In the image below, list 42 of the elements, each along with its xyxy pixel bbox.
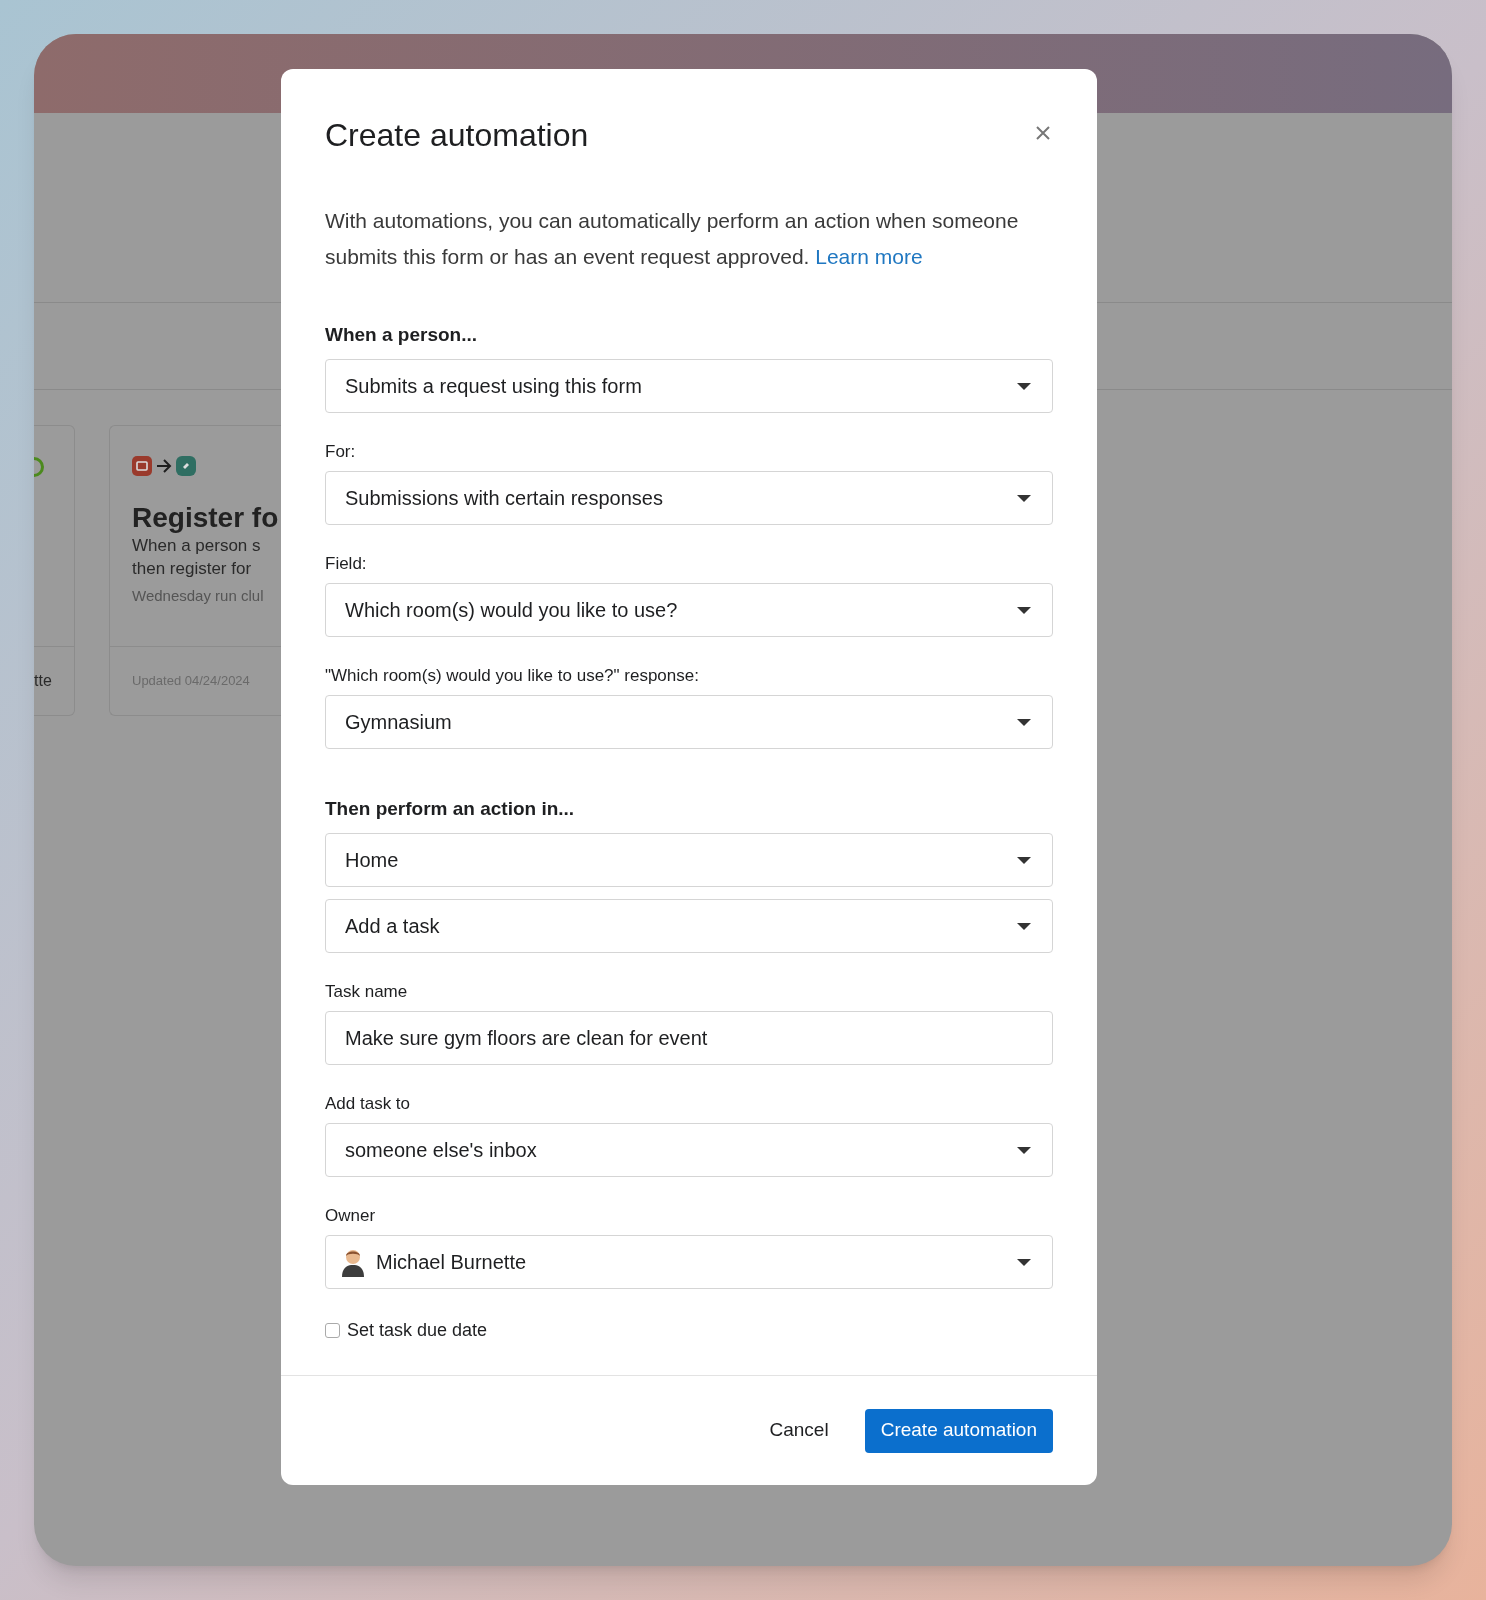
learn-more-link[interactable]: Learn more bbox=[815, 245, 923, 268]
caret-icon bbox=[1016, 605, 1032, 615]
ticket-icon bbox=[176, 456, 196, 476]
due-date-checkbox[interactable]: Set task due date bbox=[325, 1317, 1053, 1344]
create-automation-button[interactable]: Create automation bbox=[864, 1408, 1053, 1453]
close-icon bbox=[1035, 125, 1051, 141]
field-label: Owner bbox=[325, 1205, 377, 1227]
calendar-icon bbox=[132, 456, 152, 476]
dropdown-field[interactable]: Gymnasium bbox=[325, 695, 1053, 749]
section-heading: Then perform an action in... bbox=[325, 797, 576, 821]
avatar-icon bbox=[340, 1247, 366, 1277]
caret-icon bbox=[1016, 1257, 1032, 1267]
field-label: Field: bbox=[325, 553, 368, 575]
dropdown-field[interactable]: Submits a request using this form bbox=[325, 359, 1053, 413]
caret-icon bbox=[1016, 381, 1032, 391]
arrow-right-icon bbox=[156, 459, 172, 473]
caret-icon bbox=[1016, 855, 1032, 865]
dialog-description: With automations, you can automatically perform an action when someone submits this form or has an event request approved. Learn more bbox=[325, 208, 1020, 270]
caret-icon bbox=[1016, 493, 1032, 503]
dropdown-field[interactable]: someone else's inbox bbox=[325, 1123, 1053, 1177]
dropdown-field[interactable]: Which room(s) would you like to use? bbox=[325, 583, 1053, 637]
dialog-title: Create automation bbox=[325, 116, 589, 155]
dropdown-field[interactable]: Add a task bbox=[325, 899, 1053, 953]
ring-icon bbox=[34, 456, 45, 478]
section-heading: When a person... bbox=[325, 323, 479, 347]
task-name-field[interactable]: Make sure gym floors are clean for event bbox=[325, 1011, 1053, 1065]
card-title: Register fo bbox=[132, 502, 280, 534]
card-subtitle: Wednesday run clul bbox=[132, 586, 265, 606]
card-description-line: then register for bbox=[132, 558, 253, 580]
caret-icon bbox=[1016, 717, 1032, 727]
caret-icon bbox=[1016, 1145, 1032, 1155]
caret-icon bbox=[1016, 921, 1032, 931]
dropdown-field[interactable]: Submissions with certain responses bbox=[325, 471, 1053, 525]
field-label: Task name bbox=[325, 981, 409, 1003]
owner-dropdown[interactable]: Michael Burnette bbox=[325, 1235, 1053, 1289]
card-footer-text: tte bbox=[34, 671, 52, 691]
dropdown-field[interactable]: Home bbox=[325, 833, 1053, 887]
cancel-button[interactable]: Cancel bbox=[765, 1408, 833, 1453]
field-label: "Which room(s) would you like to use?" response: bbox=[325, 665, 700, 687]
field-label: For: bbox=[325, 441, 357, 463]
card-description-line: When a person s bbox=[132, 535, 262, 557]
field-label: Add task to bbox=[325, 1093, 412, 1115]
